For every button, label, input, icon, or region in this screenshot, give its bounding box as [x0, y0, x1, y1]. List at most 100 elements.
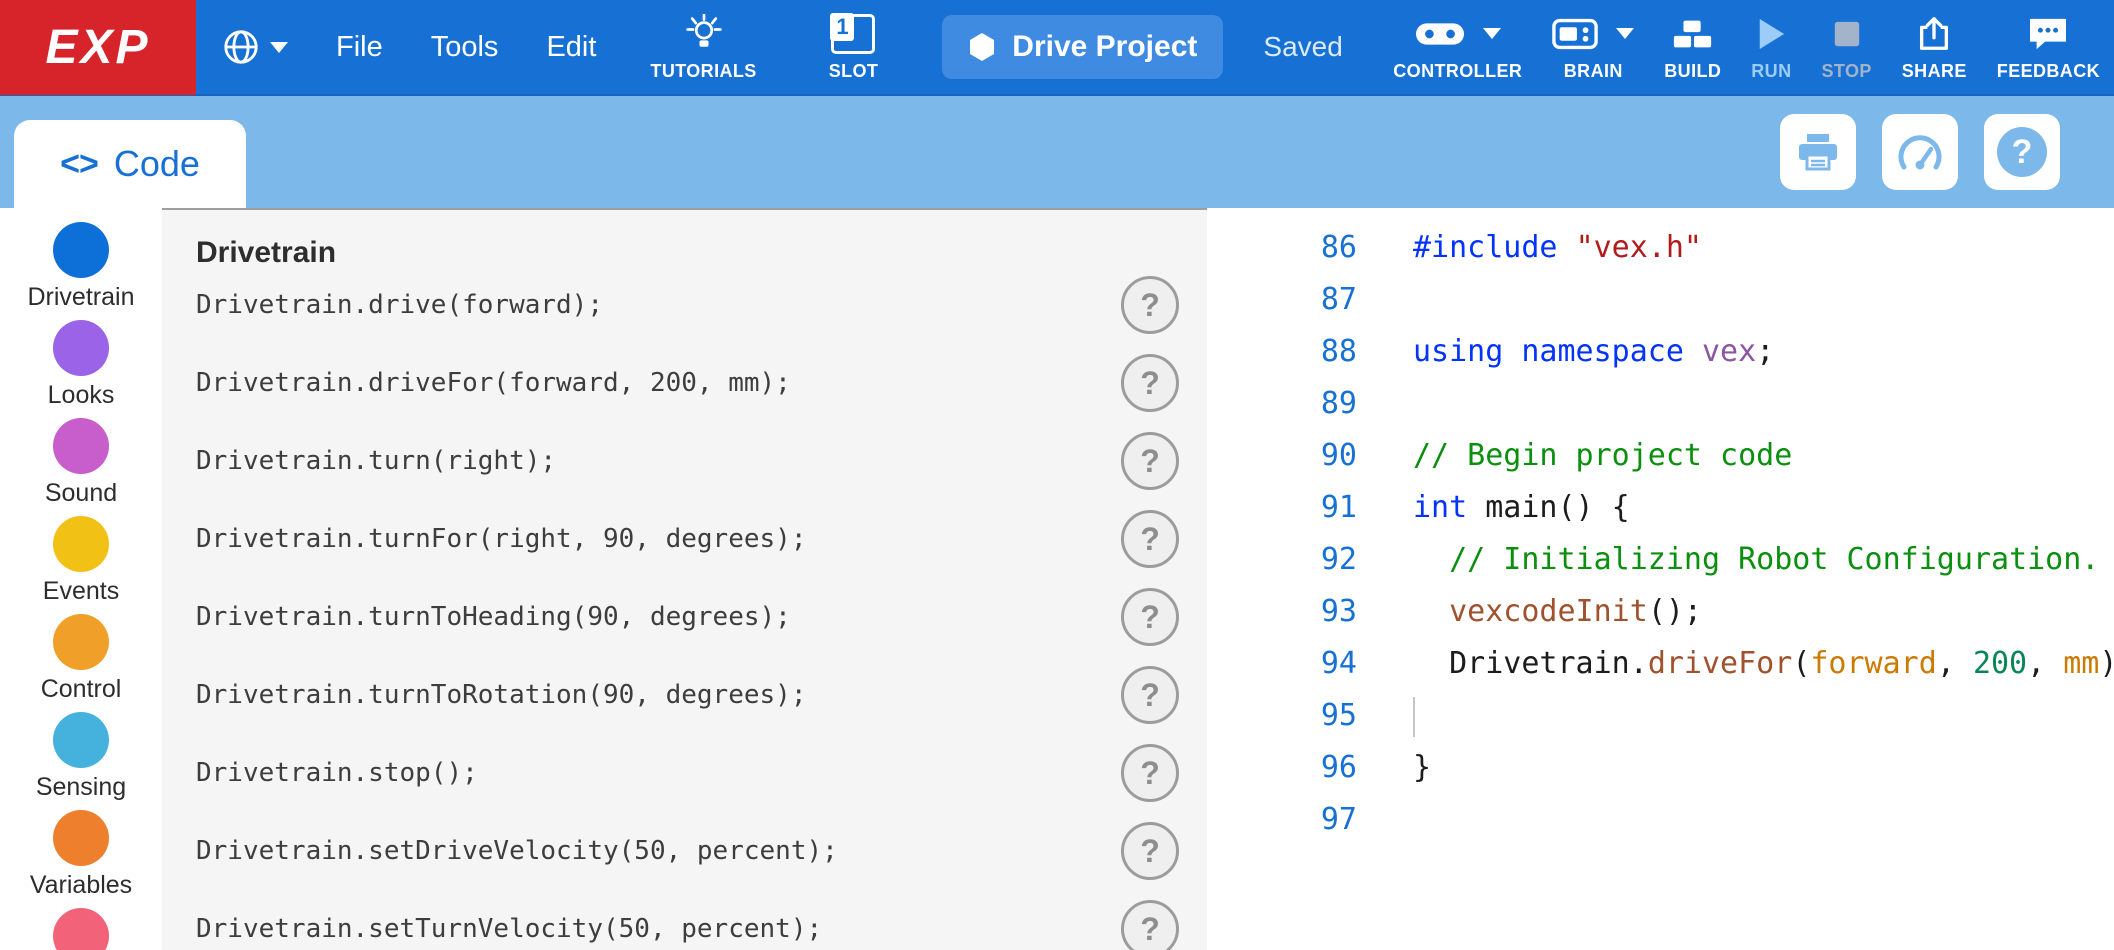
line-number: 97: [1207, 794, 1357, 846]
run-button[interactable]: RUN: [1751, 13, 1791, 82]
category-color-dot: [53, 810, 109, 866]
code-token: using: [1413, 334, 1503, 369]
share-button[interactable]: SHARE: [1902, 13, 1967, 82]
sidebar-item-category[interactable]: [53, 908, 109, 950]
command-help-button[interactable]: ?: [1121, 276, 1179, 334]
monitor-button[interactable]: [1882, 114, 1958, 190]
brain-button[interactable]: BRAIN: [1552, 13, 1634, 82]
command-row[interactable]: Drivetrain.driveFor(forward, 200, mm);?: [162, 344, 1207, 422]
printer-icon: [1796, 132, 1840, 172]
code-token: vex: [1702, 334, 1756, 369]
chevron-down-icon: [270, 42, 288, 53]
stop-label: STOP: [1821, 61, 1871, 82]
vexcode-app: EXP File Tools Edit: [0, 0, 2114, 950]
feedback-button[interactable]: FEEDBACK: [1997, 13, 2100, 82]
sidebar-item-looks[interactable]: Looks: [48, 320, 115, 410]
code-token: forward: [1810, 646, 1936, 681]
sidebar-item-variables[interactable]: Variables: [30, 810, 132, 900]
code-token: mm: [2063, 646, 2099, 681]
command-text: Drivetrain.setDriveVelocity(50, percent)…: [196, 836, 838, 866]
line-number: 96: [1207, 742, 1357, 794]
slot-number-badge: 1: [830, 13, 854, 41]
exp-logo-text: EXP: [45, 20, 150, 75]
command-row[interactable]: Drivetrain.drive(forward);?: [162, 266, 1207, 344]
command-help-button[interactable]: ?: [1121, 822, 1179, 880]
category-label: Variables: [30, 870, 132, 900]
sidebar-item-drivetrain[interactable]: Drivetrain: [28, 222, 135, 312]
command-help-button[interactable]: ?: [1121, 744, 1179, 802]
code-line: 97: [1207, 794, 2114, 846]
code-token: // Begin project code: [1413, 438, 1792, 473]
feedback-bubble-icon: [2027, 16, 2069, 52]
toolbar-actions: CONTROLLER BRAIN: [1393, 13, 2100, 82]
command-help-button[interactable]: ?: [1121, 432, 1179, 490]
line-content: Drivetrain.driveFor(forward, 200, mm);: [1413, 638, 2114, 690]
code-token: #include: [1413, 230, 1558, 265]
code-token: int: [1413, 490, 1467, 525]
command-help-button[interactable]: ?: [1121, 354, 1179, 412]
menu-file[interactable]: File: [336, 31, 383, 64]
command-text: Drivetrain.turnToRotation(90, degrees);: [196, 680, 806, 710]
category-color-dot: [53, 516, 109, 572]
tab-code[interactable]: <> Code: [14, 120, 246, 208]
command-row[interactable]: Drivetrain.setTurnVelocity(50, percent);…: [162, 890, 1207, 950]
build-blocks-icon: [1672, 18, 1714, 50]
exp-logo[interactable]: EXP: [0, 0, 196, 95]
menu-edit[interactable]: Edit: [546, 31, 596, 64]
command-help-button[interactable]: ?: [1121, 666, 1179, 724]
code-line: 87: [1207, 274, 2114, 326]
command-help-button[interactable]: ?: [1121, 900, 1179, 950]
command-text: Drivetrain.turnToHeading(90, degrees);: [196, 602, 791, 632]
line-number: 88: [1207, 326, 1357, 378]
line-content: [1413, 690, 1415, 742]
code-line: 92 // Initializing Robot Configuration. …: [1207, 534, 2114, 586]
category-color-dot: [53, 320, 109, 376]
command-text: Drivetrain.driveFor(forward, 200, mm);: [196, 368, 791, 398]
code-token: ();: [1648, 594, 1702, 629]
controller-button[interactable]: CONTROLLER: [1393, 13, 1522, 82]
command-row[interactable]: Drivetrain.turnFor(right, 90, degrees);?: [162, 500, 1207, 578]
share-icon: [1915, 15, 1953, 53]
gauge-icon: [1896, 132, 1944, 172]
command-help-button[interactable]: ?: [1121, 510, 1179, 568]
code-line: 86#include "vex.h": [1207, 222, 2114, 274]
build-button[interactable]: BUILD: [1664, 13, 1721, 82]
sidebar-item-sound[interactable]: Sound: [45, 418, 117, 508]
menu-tools[interactable]: Tools: [431, 31, 499, 64]
command-list: Drivetrain.drive(forward);?Drivetrain.dr…: [162, 266, 1207, 950]
category-label: Drivetrain: [28, 282, 135, 312]
command-row[interactable]: Drivetrain.turn(right);?: [162, 422, 1207, 500]
code-editor[interactable]: 86#include "vex.h"8788 using namespace ve…: [1207, 208, 2114, 950]
code-line: 96}: [1207, 742, 2114, 794]
sidebar-item-sensing[interactable]: Sensing: [36, 712, 126, 802]
command-row[interactable]: Drivetrain.turnToHeading(90, degrees);?: [162, 578, 1207, 656]
feedback-label: FEEDBACK: [1997, 61, 2100, 82]
language-menu-button[interactable]: [222, 28, 288, 66]
command-row[interactable]: Drivetrain.setDriveVelocity(50, percent)…: [162, 812, 1207, 890]
sidebar-item-events[interactable]: Events: [43, 516, 119, 606]
stop-button[interactable]: STOP: [1821, 13, 1871, 82]
code-line: 95: [1207, 690, 2114, 742]
command-text: Drivetrain.setTurnVelocity(50, percent);: [196, 914, 822, 944]
sidebar-item-control[interactable]: Control: [41, 614, 122, 704]
brain-label: BRAIN: [1564, 61, 1623, 82]
run-play-icon: [1756, 17, 1786, 51]
category-label: Sensing: [36, 772, 126, 802]
code-token: namespace: [1521, 334, 1684, 369]
slot-button[interactable]: 1 SLOT: [829, 13, 879, 82]
category-label: Control: [41, 674, 122, 704]
print-button[interactable]: [1780, 114, 1856, 190]
controller-label: CONTROLLER: [1393, 61, 1522, 82]
chevron-down-icon: [1616, 28, 1634, 39]
tutorials-button[interactable]: TUTORIALS: [650, 13, 756, 82]
help-button[interactable]: ?: [1984, 114, 2060, 190]
command-row[interactable]: Drivetrain.stop();?: [162, 734, 1207, 812]
code-token: vexcodeInit: [1449, 594, 1648, 629]
command-row[interactable]: Drivetrain.turnToRotation(90, degrees);?: [162, 656, 1207, 734]
command-help-button[interactable]: ?: [1121, 588, 1179, 646]
save-status: Saved: [1263, 31, 1342, 63]
hexagon-icon: [968, 32, 996, 62]
top-toolbar: EXP File Tools Edit: [0, 0, 2114, 96]
stop-square-icon: [1832, 19, 1862, 49]
project-name-button[interactable]: Drive Project: [942, 15, 1223, 79]
